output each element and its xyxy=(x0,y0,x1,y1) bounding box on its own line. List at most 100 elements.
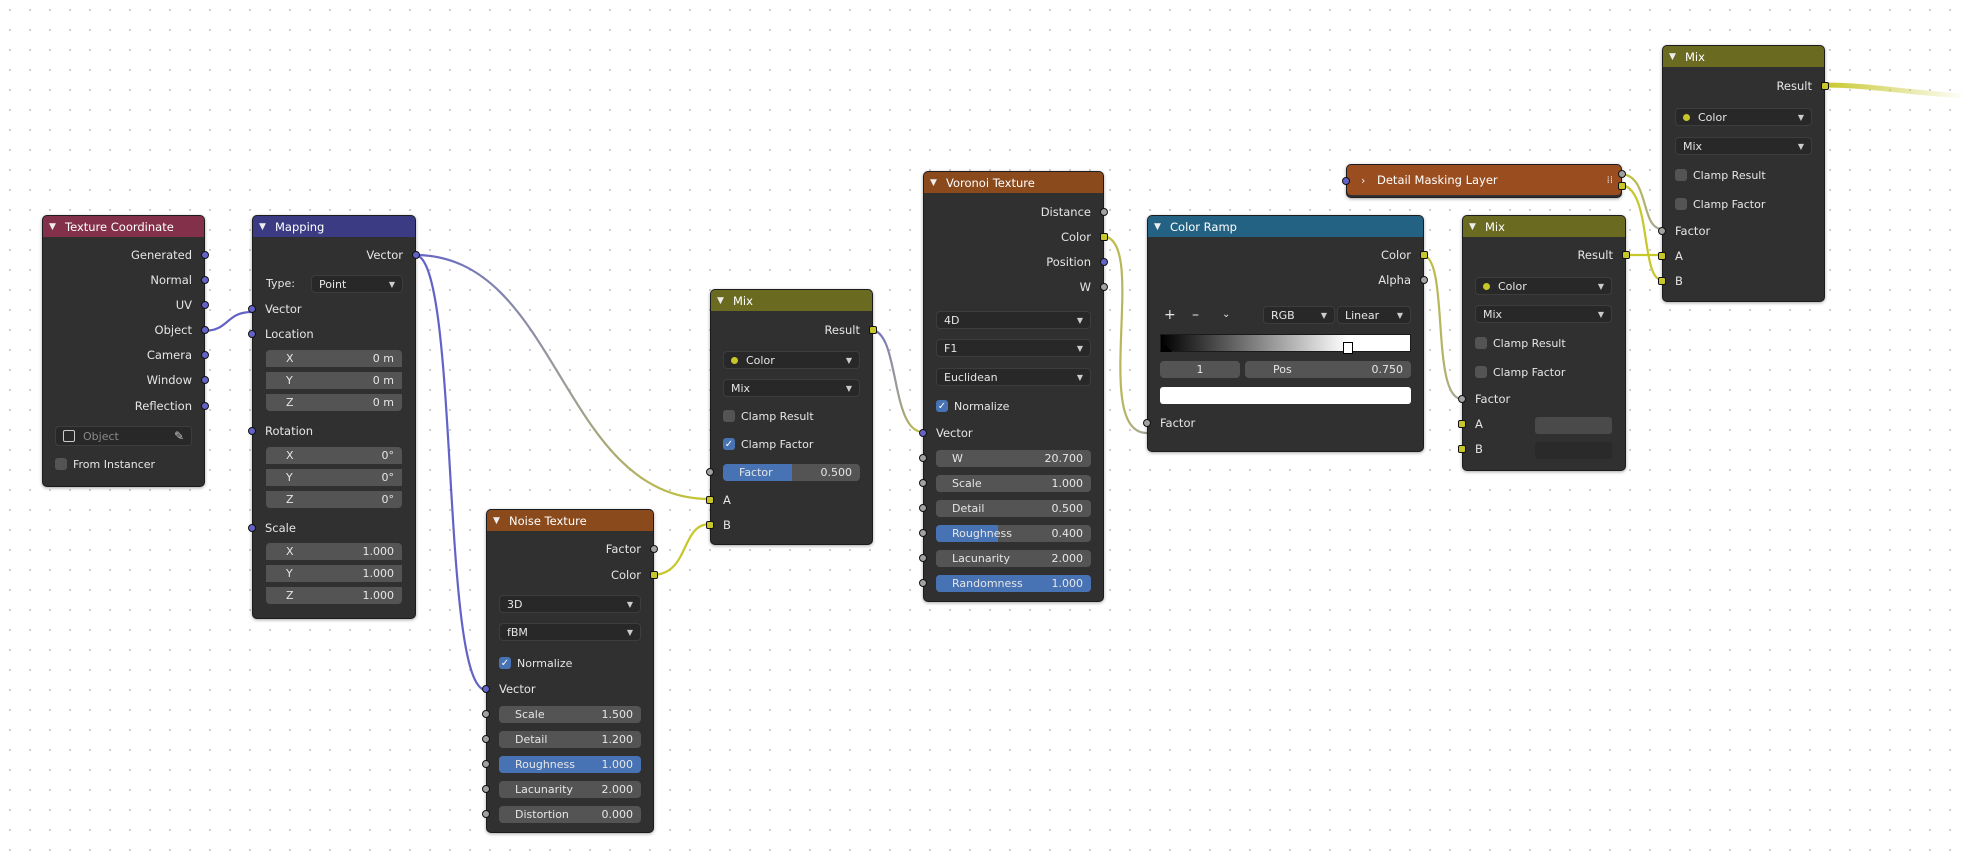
stop-position-field[interactable]: Pos 0.750 xyxy=(1245,361,1411,378)
node-header[interactable]: ▼ Noise Texture xyxy=(487,510,653,531)
data-type-dropdown[interactable]: Color ▼ xyxy=(1475,277,1612,295)
color-b-swatch[interactable] xyxy=(1535,442,1612,459)
checkbox-box[interactable]: ✓ xyxy=(723,438,735,450)
clamp-factor-checkbox[interactable]: ✓ Clamp Factor xyxy=(723,435,813,453)
normalize-checkbox[interactable]: ✓ Normalize xyxy=(936,397,1009,415)
checkbox-box[interactable] xyxy=(1475,337,1487,349)
dimensions-dropdown[interactable]: 4D ▼ xyxy=(936,311,1091,329)
remove-stop-button[interactable]: – xyxy=(1192,307,1199,323)
roughness-slider[interactable]: Roughness 0.400 xyxy=(936,525,1091,542)
scale-y-field[interactable]: Y 1.000 xyxy=(266,565,402,582)
rotation-z-field[interactable]: Z 0° xyxy=(266,491,402,508)
float-socket[interactable] xyxy=(482,785,490,793)
float-socket[interactable] xyxy=(1658,227,1666,235)
factor-slider[interactable]: Factor 0.500 xyxy=(723,464,860,481)
float-socket[interactable] xyxy=(1100,283,1108,291)
vector-socket[interactable] xyxy=(412,251,420,259)
float-socket[interactable] xyxy=(919,454,927,462)
lacunarity-field[interactable]: Lacunarity 2.000 xyxy=(499,781,641,798)
color-socket[interactable] xyxy=(1420,251,1428,259)
chevron-down-icon[interactable]: ▼ xyxy=(1469,222,1479,232)
node-noise-texture[interactable]: ▼ Noise Texture Factor Color 3D ▼ fBM ▼ ✓ N… xyxy=(482,509,658,833)
location-y-field[interactable]: Y 0 m xyxy=(266,372,402,389)
node-mix-1[interactable]: ▼ Mix Result Color ▼ Mix ▼ Clamp Result ✓ C… xyxy=(706,289,877,545)
w-field[interactable]: W 20.700 xyxy=(936,450,1091,467)
rotation-x-field[interactable]: X 0° xyxy=(266,447,402,464)
node-header[interactable]: › Detail Masking Layer ⁞⁞ xyxy=(1347,165,1621,195)
vector-socket[interactable] xyxy=(201,301,209,309)
color-stop-black[interactable] xyxy=(1160,345,1172,352)
detail-field[interactable]: Detail 0.500 xyxy=(936,500,1091,517)
float-socket[interactable] xyxy=(482,735,490,743)
distance-metric-dropdown[interactable]: Euclidean ▼ xyxy=(936,368,1091,386)
stop-index-field[interactable]: 1 xyxy=(1160,361,1240,378)
float-socket[interactable] xyxy=(1420,276,1428,284)
scale-field[interactable]: Scale 1.500 xyxy=(499,706,641,723)
float-socket[interactable] xyxy=(650,545,658,553)
checkbox-box[interactable] xyxy=(1675,169,1687,181)
color-socket[interactable] xyxy=(650,571,658,579)
chevron-right-icon[interactable]: › xyxy=(1361,174,1371,187)
vector-socket[interactable] xyxy=(201,402,209,410)
location-z-field[interactable]: Z 0 m xyxy=(266,394,402,411)
checkbox-box[interactable]: ✓ xyxy=(936,400,948,412)
scale-z-field[interactable]: Z 1.000 xyxy=(266,587,402,604)
float-socket[interactable] xyxy=(706,468,714,476)
float-socket[interactable] xyxy=(919,479,927,487)
vector-socket[interactable] xyxy=(1342,177,1350,185)
checkbox-box[interactable] xyxy=(723,410,735,422)
clamp-result-checkbox[interactable]: Clamp Result xyxy=(1475,334,1566,352)
blend-mode-dropdown[interactable]: Mix ▼ xyxy=(1475,305,1612,323)
color-mode-dropdown[interactable]: RGB ▼ xyxy=(1263,306,1335,324)
clamp-factor-checkbox[interactable]: Clamp Factor xyxy=(1475,363,1565,381)
data-type-dropdown[interactable]: Color ▼ xyxy=(1675,108,1812,126)
from-instancer-checkbox[interactable]: From Instancer xyxy=(55,455,155,473)
vector-socket[interactable] xyxy=(1100,258,1108,266)
data-type-dropdown[interactable]: Color ▼ xyxy=(723,351,860,369)
color-socket[interactable] xyxy=(1821,82,1829,90)
stop-color-swatch[interactable] xyxy=(1160,387,1411,404)
interpolation-dropdown[interactable]: Linear ▼ xyxy=(1337,306,1411,324)
color-socket[interactable] xyxy=(1622,251,1630,259)
dimensions-dropdown[interactable]: 3D ▼ xyxy=(499,595,641,613)
vector-socket[interactable] xyxy=(248,524,256,532)
node-mapping[interactable]: ▼ Mapping Vector Type: Point ▼ Vector Loc… xyxy=(248,215,420,619)
add-stop-button[interactable]: + xyxy=(1164,307,1176,323)
lacunarity-field[interactable]: Lacunarity 2.000 xyxy=(936,550,1091,567)
float-socket[interactable] xyxy=(1143,419,1151,427)
group-icon[interactable]: ⁞⁞ xyxy=(1607,175,1613,186)
float-socket[interactable] xyxy=(1618,170,1626,178)
node-header[interactable]: ▼ Mix xyxy=(1463,216,1625,237)
float-socket[interactable] xyxy=(919,529,927,537)
float-socket[interactable] xyxy=(482,710,490,718)
node-voronoi-texture[interactable]: ▼ Voronoi Texture Distance Color Positio… xyxy=(919,171,1108,602)
vector-socket[interactable] xyxy=(919,429,927,437)
chevron-down-icon[interactable]: ▼ xyxy=(1154,222,1164,232)
checkbox-box[interactable]: ✓ xyxy=(499,657,511,669)
node-header[interactable]: ▼ Mapping xyxy=(253,216,415,237)
rotation-y-field[interactable]: Y 0° xyxy=(266,469,402,486)
chevron-down-icon[interactable]: ▼ xyxy=(493,516,503,526)
type-dropdown[interactable]: Point ▼ xyxy=(311,275,403,293)
node-editor-canvas[interactable]: ▼ Texture Coordinate Generated Normal UV… xyxy=(0,0,1965,857)
vector-socket[interactable] xyxy=(201,351,209,359)
eyedropper-icon[interactable]: ✎ xyxy=(174,429,184,443)
node-mix-2[interactable]: ▼ Mix Result Color ▼ Mix ▼ Clamp Result Cl… xyxy=(1458,215,1630,471)
color-socket[interactable] xyxy=(869,326,877,334)
distortion-field[interactable]: Distortion 0.000 xyxy=(499,806,641,823)
color-a-swatch[interactable] xyxy=(1535,417,1612,434)
color-socket[interactable] xyxy=(1658,252,1666,260)
node-header[interactable]: ▼ Texture Coordinate xyxy=(43,216,204,237)
gradient-bar[interactable] xyxy=(1160,334,1411,352)
vector-socket[interactable] xyxy=(248,330,256,338)
color-socket[interactable] xyxy=(1458,420,1466,428)
clamp-result-checkbox[interactable]: Clamp Result xyxy=(1675,166,1766,184)
float-socket[interactable] xyxy=(919,504,927,512)
clamp-factor-checkbox[interactable]: Clamp Factor xyxy=(1675,195,1765,213)
scale-field[interactable]: Scale 1.000 xyxy=(936,475,1091,492)
vector-socket[interactable] xyxy=(201,276,209,284)
chevron-down-icon[interactable]: ▼ xyxy=(717,296,727,306)
node-color-ramp[interactable]: ▼ Color Ramp Color Alpha + – ⌄ RGB ▼ Line… xyxy=(1143,215,1428,452)
node-detail-masking-layer[interactable]: › Detail Masking Layer ⁞⁞ xyxy=(1342,164,1626,198)
float-socket[interactable] xyxy=(1100,208,1108,216)
